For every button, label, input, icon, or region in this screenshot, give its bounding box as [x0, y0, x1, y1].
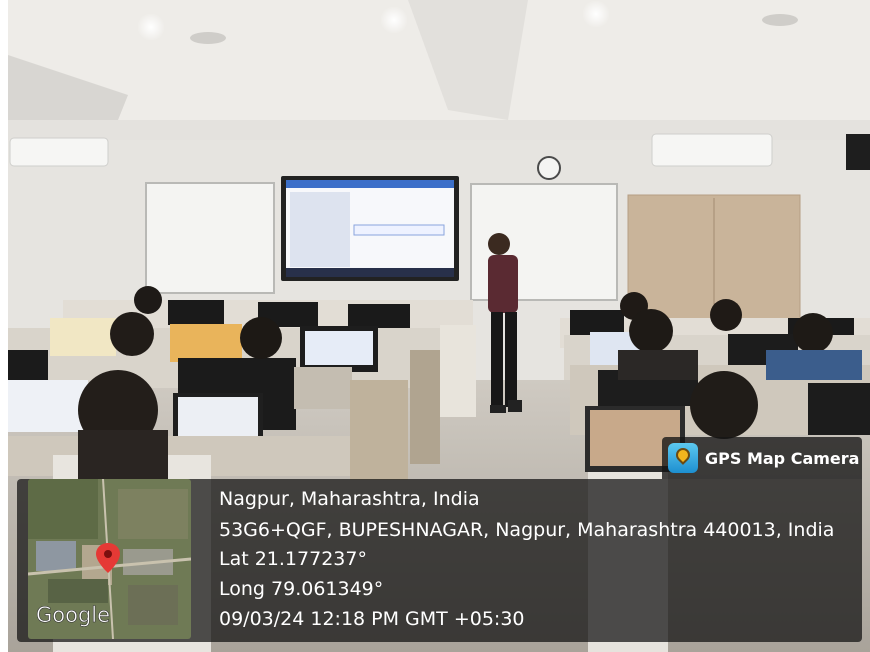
google-logo: Google	[36, 603, 110, 627]
satellite-map: Google	[28, 479, 191, 639]
location-latitude: Lat 21.177237°	[219, 548, 367, 570]
gps-badge-label: GPS Map Camera	[705, 448, 860, 468]
location-address: 53G6+QGF, BUPESHNAGAR, Nagpur, Maharasht…	[219, 519, 835, 541]
gps-map-camera-badge: GPS Map Camera	[662, 437, 862, 479]
map-thumbnail: Google	[28, 479, 191, 639]
location-datetime: 09/03/24 12:18 PM GMT +05:30	[219, 608, 525, 630]
location-longitude: Long 79.061349°	[219, 578, 384, 600]
location-place: Nagpur, Maharashtra, India	[219, 488, 480, 510]
gps-pin-icon	[668, 443, 698, 473]
